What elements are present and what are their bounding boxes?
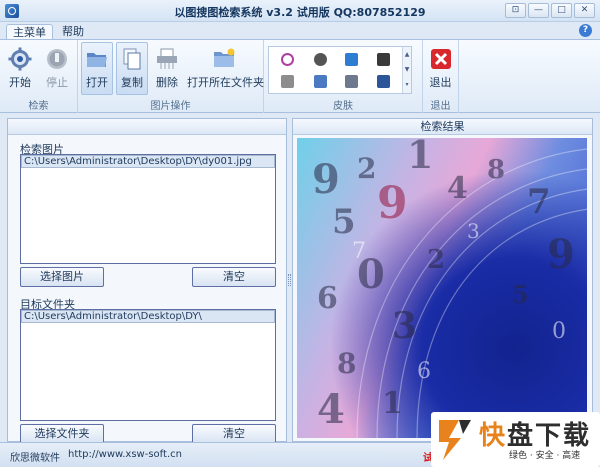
open-button[interactable]: 打开 — [81, 42, 113, 95]
ribbon: 开始 停止 检索 打开 复制 删除 打开所在文件夹 图片操作 皮肤 ▲ ▼ ▾ … — [0, 39, 600, 113]
maximize-button[interactable]: □ — [551, 3, 572, 18]
company-url[interactable]: http://www.xsw-soft.cn — [68, 449, 182, 460]
group-label-image-ops: 图片操作 — [150, 101, 191, 112]
list-item[interactable]: C:\Users\Administrator\Desktop\DY\ — [21, 310, 275, 323]
clear-folder-button[interactable]: 清空 — [192, 424, 276, 444]
skin-office-blue-icon[interactable] — [345, 53, 358, 66]
group-label-exit: 退出 — [430, 101, 451, 112]
skin-windows-blue-icon[interactable] — [314, 75, 327, 88]
svg-text:6: 6 — [417, 359, 431, 384]
numbers-artwork: 9 2 5 9 1 4 8 7 0 6 3 8 2 9 5 4 1 7 3 6 … — [312, 138, 587, 438]
exit-label: 退出 — [429, 76, 452, 89]
company-name: 欣思微软件 — [10, 453, 60, 464]
help-icon[interactable]: ? — [579, 24, 592, 37]
svg-text:3: 3 — [467, 219, 480, 243]
svg-text:1: 1 — [382, 386, 403, 421]
start-button[interactable]: 开始 — [3, 42, 37, 95]
skin-windows-gray-icon[interactable] — [345, 75, 358, 88]
group-label-skin: 皮肤 — [333, 101, 353, 112]
folder-icon — [214, 48, 235, 67]
search-image-list[interactable]: C:\Users\Administrator\Desktop\DY\dy001.… — [20, 154, 276, 264]
watermark-logo: 快盘下载 绿色 · 安全 · 高速 — [431, 412, 600, 467]
stop-icon — [47, 49, 67, 69]
open-folder-button[interactable]: 打开所在文件夹 — [186, 42, 264, 95]
watermark-brand-orange: 快 — [479, 421, 508, 451]
open-folder-label: 打开所在文件夹 — [187, 76, 264, 89]
copy-label: 复制 — [121, 76, 143, 89]
svg-text:5: 5 — [512, 280, 529, 309]
group-label-search: 检索 — [28, 101, 49, 112]
skin-dark-icon[interactable] — [314, 53, 327, 66]
ribbon-tabs: 主菜单 帮助 ? — [0, 22, 600, 40]
skin-office-purple-icon[interactable] — [281, 53, 294, 66]
skin-gallery-scroll[interactable]: ▲ ▼ ▾ — [402, 47, 411, 93]
svg-text:8: 8 — [487, 155, 505, 185]
left-panel: 检索图片 C:\Users\Administrator\Desktop\DY\d… — [7, 118, 287, 444]
left-panel-header — [8, 119, 286, 135]
svg-text:2: 2 — [427, 245, 445, 275]
minimize-button[interactable]: — — [528, 3, 549, 18]
delete-label: 删除 — [156, 76, 178, 89]
watermark-brand-dark: 盘下载 — [507, 421, 592, 451]
svg-text:4: 4 — [317, 386, 345, 433]
shredder-icon — [157, 48, 177, 69]
ribbon-group-search: 开始 停止 检索 — [0, 40, 78, 113]
results-header: 检索结果 — [293, 119, 592, 135]
stop-label: 停止 — [46, 76, 68, 89]
ribbon-group-image-ops: 打开 复制 删除 打开所在文件夹 图片操作 — [78, 40, 264, 113]
skin-windows-dark-icon[interactable] — [377, 75, 390, 88]
copy-icon — [123, 48, 141, 70]
splitter-grip[interactable] — [288, 274, 291, 286]
tab-main-menu[interactable]: 主菜单 — [6, 24, 53, 40]
open-label: 打开 — [86, 76, 108, 89]
copy-button[interactable]: 复制 — [116, 42, 148, 95]
gear-icon — [8, 47, 32, 71]
tab-help[interactable]: 帮助 — [56, 24, 90, 40]
title-bar: 以图搜图检索系统 v3.2 试用版 QQ:807852129 ⊡ — □ ✕ — [0, 0, 600, 22]
svg-text:9: 9 — [312, 156, 340, 203]
skin-office-gray-icon[interactable] — [281, 75, 294, 88]
result-preview-image[interactable]: 9 2 5 9 1 4 8 7 0 6 3 8 2 9 5 4 1 7 3 6 … — [297, 138, 587, 438]
close-button[interactable]: ✕ — [574, 3, 595, 18]
skin-gallery: ▲ ▼ ▾ — [268, 46, 412, 94]
select-image-button[interactable]: 选择图片 — [20, 267, 104, 287]
folder-open-icon — [87, 53, 107, 67]
svg-text:3: 3 — [392, 305, 417, 347]
svg-text:2: 2 — [357, 152, 376, 185]
svg-text:9: 9 — [547, 231, 575, 278]
restore-icon[interactable]: ⊡ — [505, 3, 526, 18]
stop-button[interactable]: 停止 — [40, 42, 74, 95]
svg-text:7: 7 — [527, 182, 551, 222]
close-icon — [430, 49, 451, 69]
svg-text:0: 0 — [552, 319, 566, 344]
svg-text:8: 8 — [337, 347, 356, 380]
ribbon-group-exit: 退出 退出 — [423, 40, 459, 113]
watermark-tagline: 绿色 · 安全 · 高速 — [509, 451, 581, 461]
select-folder-button[interactable]: 选择文件夹 — [20, 424, 104, 444]
watermark-mark-icon — [439, 420, 471, 460]
start-label: 开始 — [9, 76, 31, 89]
window-controls: ⊡ — □ ✕ — [505, 3, 595, 18]
delete-button[interactable]: 删除 — [151, 42, 183, 95]
clear-image-button[interactable]: 清空 — [192, 267, 276, 287]
exit-button[interactable]: 退出 — [425, 42, 456, 95]
target-folder-list[interactable]: C:\Users\Administrator\Desktop\DY\ — [20, 309, 276, 421]
svg-text:4: 4 — [447, 171, 468, 206]
svg-text:1: 1 — [407, 138, 433, 177]
svg-text:5: 5 — [332, 202, 356, 242]
list-item[interactable]: C:\Users\Administrator\Desktop\DY\dy001.… — [21, 155, 275, 168]
skin-office-black-icon[interactable] — [377, 53, 390, 66]
watermark-brand: 快盘下载 — [479, 415, 591, 452]
svg-text:7: 7 — [352, 239, 366, 264]
svg-text:6: 6 — [317, 281, 338, 316]
svg-text:9: 9 — [377, 178, 408, 229]
